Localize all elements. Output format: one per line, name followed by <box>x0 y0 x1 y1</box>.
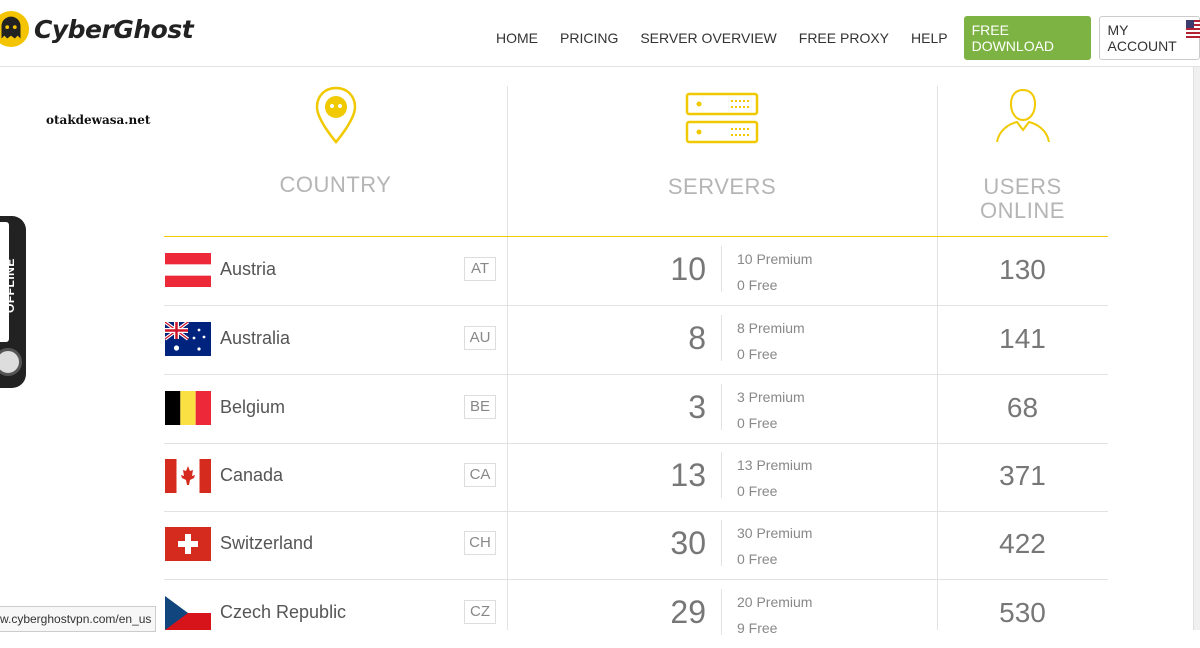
main-nav: HOME PRICING SERVER OVERVIEW FREE PROXY … <box>486 16 1200 60</box>
users-online: 530 <box>999 597 1046 628</box>
table-row[interactable]: Switzerland CH 30 30 Premium 0 Free 422 <box>164 511 1108 580</box>
country-name: Canada <box>220 465 284 485</box>
country-name: Belgium <box>220 397 286 417</box>
nav-pricing[interactable]: PRICING <box>550 25 628 51</box>
users-title-line1: USERS <box>983 174 1062 199</box>
country-code: BE <box>464 395 496 419</box>
server-rack-icon <box>685 92 759 144</box>
country-code: CA <box>464 463 496 487</box>
site-header: CyberGhost HOME PRICING SERVER OVERVIEW … <box>0 0 1200 67</box>
country-name: Australia <box>220 328 291 348</box>
table-row[interactable]: Australia AU 8 8 Premium 0 Free 141 <box>164 306 1108 375</box>
users-online: 130 <box>999 254 1046 285</box>
flag-czech-icon <box>165 596 211 630</box>
servers-free: 0 Free <box>737 483 778 499</box>
status-bar-url: w.cyberghostvpn.com/en_us <box>0 606 157 632</box>
servers-divider <box>721 246 722 292</box>
country-name: Switzerland <box>220 533 314 553</box>
servers-premium: 13 Premium <box>737 457 813 473</box>
servers-free: 9 Free <box>737 620 778 636</box>
offline-label: OFFLINE <box>3 258 17 314</box>
table-row[interactable]: Czech Republic CZ 29 20 Premium 9 Free 5… <box>164 580 1108 648</box>
country-code: AU <box>464 326 496 350</box>
servers-free: 0 Free <box>737 277 778 293</box>
country-code: CH <box>464 531 496 555</box>
users-online: 141 <box>999 323 1046 354</box>
servers-divider <box>721 589 722 635</box>
country-column-header: COUNTRY <box>164 86 507 197</box>
country-name: Czech Republic <box>220 602 347 622</box>
servers-column-header: SERVERS <box>507 86 937 199</box>
servers-premium: 20 Premium <box>737 594 813 610</box>
country-title: COUNTRY <box>279 172 392 197</box>
nav-help[interactable]: HELP <box>901 25 958 51</box>
servers-free: 0 Free <box>737 346 778 362</box>
servers-divider <box>721 520 722 566</box>
country-code: CZ <box>464 600 496 624</box>
servers-total: 10 <box>670 251 706 287</box>
brand-logo[interactable]: CyberGhost <box>0 6 194 52</box>
location-pin-icon <box>315 86 356 144</box>
scrollbar[interactable] <box>1193 67 1200 630</box>
country-name: Austria <box>220 259 277 279</box>
servers-total: 30 <box>670 525 706 561</box>
table-row[interactable]: Canada CA 13 13 Premium 0 Free 371 <box>164 443 1108 512</box>
table-row[interactable]: Austria AT 10 10 Premium 0 Free 130 <box>164 237 1108 306</box>
servers-divider <box>721 315 722 361</box>
table-row[interactable]: Belgium BE 3 3 Premium 0 Free 68 <box>164 375 1108 444</box>
flag-belgium-icon <box>165 391 211 425</box>
users-online: 422 <box>999 528 1046 559</box>
servers-title: SERVERS <box>667 174 777 199</box>
nav-home[interactable]: HOME <box>486 25 548 51</box>
brand-name: CyberGhost <box>34 14 194 44</box>
servers-premium: 3 Premium <box>737 389 805 405</box>
us-flag-icon[interactable] <box>1186 20 1200 38</box>
servers-free: 0 Free <box>737 415 778 431</box>
watermark: otakdewasa.net <box>46 113 151 127</box>
servers-premium: 8 Premium <box>737 320 805 336</box>
servers-premium: 10 Premium <box>737 251 813 267</box>
servers-free: 0 Free <box>737 551 778 567</box>
nav-server-overview[interactable]: SERVER OVERVIEW <box>630 25 786 51</box>
servers-total: 13 <box>670 457 706 493</box>
flag-switzerland-icon <box>165 527 211 561</box>
users-title-line2: ONLINE <box>980 198 1065 223</box>
ghost-logo-icon <box>0 10 30 48</box>
user-silhouette-icon <box>995 88 1050 143</box>
ghost-status-icon <box>0 348 22 376</box>
users-column-header: USERS ONLINE <box>937 86 1108 223</box>
servers-total: 8 <box>688 320 706 356</box>
flag-austria-icon <box>165 253 211 287</box>
users-online: 68 <box>1006 392 1039 423</box>
servers-total: 3 <box>688 389 706 425</box>
flag-australia-icon <box>165 322 211 356</box>
servers-divider <box>721 452 722 498</box>
users-online: 371 <box>999 460 1046 491</box>
country-code: AT <box>464 257 496 281</box>
free-download-button[interactable]: FREE DOWNLOAD <box>963 16 1091 60</box>
offline-tab[interactable]: OFFLINE <box>0 216 26 388</box>
servers-premium: 30 Premium <box>737 525 813 541</box>
nav-free-proxy[interactable]: FREE PROXY <box>789 25 899 51</box>
flag-canada-icon <box>165 459 211 493</box>
my-account-button[interactable]: MY ACCOUNT <box>1098 16 1200 60</box>
servers-total: 29 <box>670 594 706 630</box>
servers-divider <box>721 384 722 430</box>
